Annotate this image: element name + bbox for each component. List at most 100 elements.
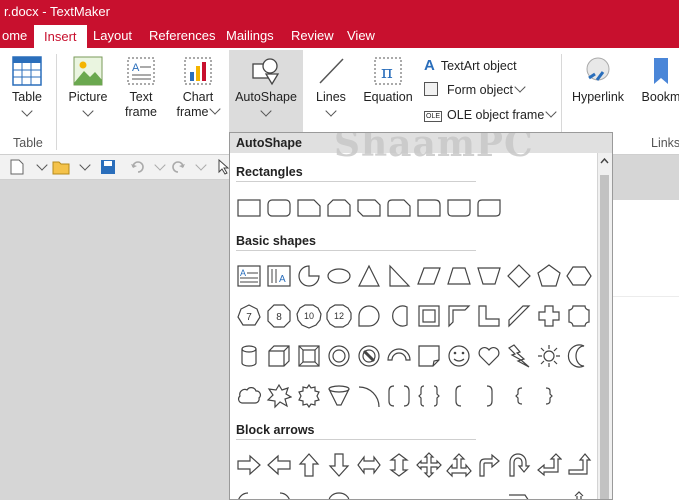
plaque-icon[interactable]: [566, 303, 592, 329]
snip-round-rectangle-icon[interactable]: [386, 195, 412, 221]
chevron-down-icon[interactable]: [36, 159, 48, 171]
round-corner-rectangle-icon[interactable]: [416, 195, 442, 221]
down-arrow-icon[interactable]: [326, 452, 352, 478]
up-arrow-icon[interactable]: [296, 452, 322, 478]
plus-icon[interactable]: [536, 303, 562, 329]
half-frame-icon[interactable]: [446, 303, 472, 329]
explosion-icon[interactable]: [266, 383, 292, 409]
decagon-icon[interactable]: 10: [296, 303, 322, 329]
chevron-arrow-icon[interactable]: [566, 489, 592, 500]
save-icon[interactable]: [100, 159, 116, 175]
table-button[interactable]: Table: [4, 50, 50, 134]
left-up-arrow-icon[interactable]: [536, 452, 562, 478]
funnel-icon[interactable]: [326, 383, 352, 409]
curved-up-arrow-icon[interactable]: [326, 489, 352, 500]
pentagon-icon[interactable]: [536, 263, 562, 289]
right-arrow-icon[interactable]: [236, 452, 262, 478]
vertical-text-box-icon[interactable]: A: [266, 263, 292, 289]
bevel-icon[interactable]: [296, 343, 322, 369]
scroll-up-icon[interactable]: [600, 157, 609, 164]
textart-button[interactable]: A TextArt object: [424, 56, 517, 76]
trapezoid-icon[interactable]: [446, 263, 472, 289]
snip-same-side-rectangle-icon[interactable]: [326, 195, 352, 221]
left-right-up-arrow-icon[interactable]: [446, 452, 472, 478]
left-brace-icon[interactable]: [506, 383, 532, 409]
picture-button[interactable]: Picture: [64, 50, 112, 134]
left-bracket-icon[interactable]: [446, 383, 472, 409]
tab-home[interactable]: ome: [0, 24, 29, 48]
seal-icon[interactable]: [296, 383, 322, 409]
lightning-bolt-icon[interactable]: [506, 343, 532, 369]
chevron-down-icon[interactable]: [154, 159, 166, 171]
can-icon[interactable]: [236, 343, 262, 369]
curved-left-arrow-icon[interactable]: [266, 489, 292, 500]
ole-object-button[interactable]: OLE OLE object frame: [424, 105, 557, 125]
right-bracket-icon[interactable]: [476, 383, 502, 409]
tab-layout[interactable]: Layout: [91, 24, 134, 48]
octagon-icon[interactable]: 8: [266, 303, 292, 329]
tab-insert[interactable]: Insert: [34, 24, 87, 49]
diamond-icon[interactable]: [506, 263, 532, 289]
diagonal-stripe-icon[interactable]: [506, 303, 532, 329]
round-diagonal-rectangle-icon[interactable]: [476, 195, 502, 221]
folded-corner-icon[interactable]: [416, 343, 442, 369]
pentagon-arrow-icon[interactable]: [506, 489, 532, 500]
block-arc-icon[interactable]: [386, 343, 412, 369]
arc-icon[interactable]: [356, 383, 382, 409]
no-symbol-icon[interactable]: [356, 343, 382, 369]
moon-icon[interactable]: [566, 343, 592, 369]
tab-review[interactable]: Review: [289, 24, 336, 48]
cube-icon[interactable]: [266, 343, 292, 369]
right-brace-icon[interactable]: [536, 383, 562, 409]
dropdown-scrollbar[interactable]: [597, 153, 612, 499]
snip-diagonal-rectangle-icon[interactable]: [356, 195, 382, 221]
open-folder-icon[interactable]: [52, 159, 70, 175]
redo-icon[interactable]: [170, 159, 186, 175]
heart-icon[interactable]: [476, 343, 502, 369]
rectangle-icon[interactable]: [236, 195, 262, 221]
new-document-icon[interactable]: [10, 159, 24, 175]
dodecagon-icon[interactable]: 12: [326, 303, 352, 329]
bent-up-arrow-icon[interactable]: [566, 452, 592, 478]
parallelogram-icon[interactable]: [416, 263, 442, 289]
right-triangle-icon[interactable]: [386, 263, 412, 289]
lines-button[interactable]: Lines: [310, 50, 352, 134]
text-box-icon[interactable]: A: [236, 263, 262, 289]
rounded-rectangle-icon[interactable]: [266, 195, 292, 221]
chord-icon[interactable]: [386, 303, 412, 329]
u-turn-arrow-icon[interactable]: [506, 452, 532, 478]
ellipse-icon[interactable]: [326, 263, 352, 289]
snip-corner-rectangle-icon[interactable]: [296, 195, 322, 221]
teardrop-icon[interactable]: [356, 303, 382, 329]
chevron-down-icon[interactable]: [79, 159, 91, 171]
curved-right-arrow-icon[interactable]: [236, 489, 262, 500]
left-right-arrow-icon[interactable]: [356, 452, 382, 478]
pie-icon[interactable]: [296, 263, 322, 289]
bookmark-button[interactable]: Bookm: [636, 50, 679, 134]
text-frame-button[interactable]: A Text frame: [120, 50, 162, 134]
cloud-icon[interactable]: [236, 383, 262, 409]
l-shape-icon[interactable]: [476, 303, 502, 329]
autoshape-button[interactable]: AutoShape: [229, 50, 303, 134]
bent-arrow-icon[interactable]: [476, 452, 502, 478]
equation-button[interactable]: π Equation: [362, 50, 414, 134]
chevron-down-icon[interactable]: [195, 159, 207, 171]
double-brace-icon[interactable]: [416, 383, 442, 409]
frame-icon[interactable]: [416, 303, 442, 329]
double-bracket-icon[interactable]: [386, 383, 412, 409]
undo-icon[interactable]: [130, 159, 146, 175]
hexagon-icon[interactable]: [566, 263, 592, 289]
tab-view[interactable]: View: [345, 24, 377, 48]
left-arrow-icon[interactable]: [266, 452, 292, 478]
document-page[interactable]: [612, 200, 679, 500]
up-down-arrow-icon[interactable]: [386, 452, 412, 478]
round-same-side-rectangle-icon[interactable]: [446, 195, 472, 221]
chart-frame-button[interactable]: Chart frame: [172, 50, 224, 134]
hyperlink-button[interactable]: Hyperlink: [568, 50, 628, 134]
scrollbar-thumb[interactable]: [600, 175, 609, 499]
triangle-icon[interactable]: [356, 263, 382, 289]
tab-mailings[interactable]: Mailings: [224, 24, 276, 48]
heptagon-icon[interactable]: 7: [236, 303, 262, 329]
quad-arrow-icon[interactable]: [416, 452, 442, 478]
inverted-trapezoid-icon[interactable]: [476, 263, 502, 289]
